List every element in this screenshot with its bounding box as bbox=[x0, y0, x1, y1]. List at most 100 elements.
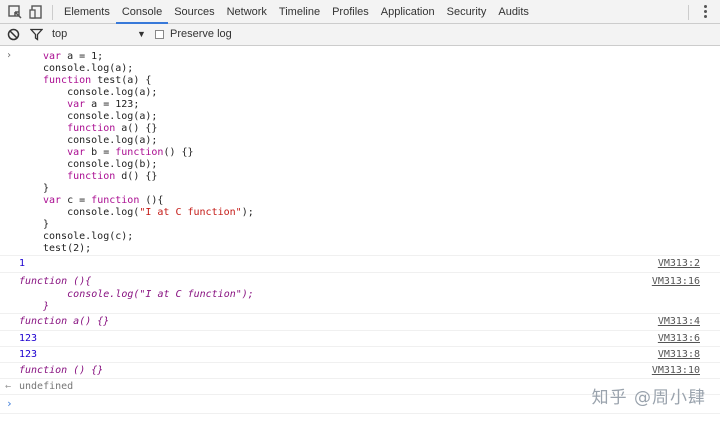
code-line: } bbox=[43, 219, 49, 231]
code-keyword: function bbox=[115, 147, 164, 158]
code-keyword: var bbox=[67, 99, 86, 110]
tab-timeline[interactable]: Timeline bbox=[273, 0, 326, 24]
code-keyword: function bbox=[91, 195, 140, 206]
code-line: test(2); bbox=[43, 243, 91, 255]
code-line: console.log("I at C function"); bbox=[43, 207, 254, 219]
input-prompt-icon: › bbox=[6, 50, 13, 61]
console-filter-bar: top ▼ Preserve log bbox=[0, 24, 720, 46]
code-keyword: function bbox=[67, 171, 116, 182]
log-value: console.log("I at C function"); bbox=[19, 289, 254, 300]
chevron-down-icon[interactable]: ▼ bbox=[137, 28, 146, 41]
log-row: 123 VM313:8 bbox=[0, 346, 720, 362]
tab-profiles[interactable]: Profiles bbox=[326, 0, 375, 24]
log-value: function (){ bbox=[19, 276, 92, 287]
code-token: ); bbox=[241, 207, 254, 218]
return-arrow-icon: ← bbox=[5, 381, 12, 392]
code-token: () {} bbox=[163, 147, 194, 158]
code-keyword: function bbox=[43, 75, 92, 86]
toolbar-divider bbox=[688, 5, 689, 20]
result-value: undefined bbox=[19, 381, 74, 392]
code-token: } bbox=[43, 183, 50, 194]
console-input-echo: › var a = 1; console.log(a); function test… bbox=[0, 46, 720, 255]
code-token: console.log(c); bbox=[43, 231, 134, 242]
preserve-log-label[interactable]: Preserve log bbox=[170, 28, 232, 41]
code-token: a = 1; bbox=[61, 51, 104, 62]
code-token: c = bbox=[61, 195, 92, 206]
log-value: function () {} bbox=[19, 365, 104, 376]
code-token: b = bbox=[85, 147, 116, 158]
log-value: function a() {} bbox=[19, 316, 110, 327]
filter-icon[interactable] bbox=[30, 28, 43, 41]
code-line: console.log(a); bbox=[43, 63, 133, 75]
log-row: 1 VM313:2 bbox=[0, 255, 720, 272]
source-link[interactable]: VM313:8 bbox=[658, 349, 700, 361]
tab-security[interactable]: Security bbox=[441, 0, 493, 24]
code-line: var a = 1; bbox=[43, 51, 103, 63]
devtools-toolbar: Elements Console Sources Network Timelin… bbox=[0, 0, 720, 24]
code-keyword: var bbox=[43, 195, 62, 206]
code-token: console.log(b); bbox=[43, 159, 158, 170]
source-link[interactable]: VM313:16 bbox=[652, 276, 700, 288]
code-line: var c = function (){ bbox=[43, 195, 163, 207]
code-line: console.log(a); bbox=[43, 111, 157, 123]
code-token: (){ bbox=[139, 195, 164, 206]
source-link[interactable]: VM313:4 bbox=[658, 316, 700, 328]
code-token: console.log(a); bbox=[43, 111, 158, 122]
code-line: var a = 123; bbox=[43, 99, 139, 111]
log-row: 123 VM313:6 bbox=[0, 330, 720, 346]
code-line: function test(a) { bbox=[43, 75, 151, 87]
code-token: test(a) { bbox=[91, 75, 152, 86]
code-line: var b = function() {} bbox=[43, 147, 194, 159]
watermark: 知乎 @周小肆 bbox=[591, 388, 706, 408]
code-keyword: var bbox=[43, 51, 62, 62]
code-token: } bbox=[43, 219, 50, 230]
code-line: } bbox=[43, 183, 49, 195]
code-token: a = 123; bbox=[85, 99, 140, 110]
code-token: test(2); bbox=[43, 243, 92, 254]
code-string: "I at C function" bbox=[139, 207, 242, 218]
code-token: console.log(a); bbox=[43, 63, 134, 74]
tab-application[interactable]: Application bbox=[375, 0, 441, 24]
code-token: console.log(a); bbox=[43, 87, 158, 98]
code-line: console.log(c); bbox=[43, 231, 133, 243]
log-row: function (){ console.log("I at C functio… bbox=[0, 272, 720, 313]
code-token: console.log( bbox=[43, 207, 140, 218]
code-line: console.log(b); bbox=[43, 159, 157, 171]
log-value: 1 bbox=[19, 258, 26, 269]
log-value: 123 bbox=[19, 333, 38, 344]
code-keyword: function bbox=[67, 123, 116, 134]
preserve-log-checkbox[interactable] bbox=[155, 30, 164, 39]
code-token: a() {} bbox=[115, 123, 158, 134]
log-value: } bbox=[19, 301, 50, 312]
inspect-element-icon[interactable] bbox=[7, 4, 23, 20]
context-selector[interactable]: top bbox=[52, 28, 67, 41]
code-line: console.log(a); bbox=[43, 87, 157, 99]
clear-console-icon[interactable] bbox=[7, 28, 20, 41]
code-token: d() {} bbox=[115, 171, 158, 182]
tab-audits[interactable]: Audits bbox=[492, 0, 535, 24]
code-line: function d() {} bbox=[43, 171, 157, 183]
more-menu-icon[interactable] bbox=[704, 5, 708, 19]
panel-tabs: Elements Console Sources Network Timelin… bbox=[58, 0, 535, 24]
code-line: console.log(a); bbox=[43, 135, 157, 147]
code-line: function a() {} bbox=[43, 123, 157, 135]
console-prompt-icon[interactable]: › bbox=[6, 397, 13, 410]
source-link[interactable]: VM313:6 bbox=[658, 333, 700, 345]
toolbar-divider bbox=[52, 5, 53, 20]
tab-network[interactable]: Network bbox=[221, 0, 273, 24]
log-value: 123 bbox=[19, 349, 38, 360]
log-row: function () {} VM313:10 bbox=[0, 362, 720, 378]
source-link[interactable]: VM313:10 bbox=[652, 365, 700, 377]
device-mode-icon[interactable] bbox=[29, 4, 45, 20]
log-row: function a() {} VM313:4 bbox=[0, 313, 720, 330]
source-link[interactable]: VM313:2 bbox=[658, 258, 700, 270]
code-keyword: var bbox=[67, 147, 86, 158]
tab-sources[interactable]: Sources bbox=[168, 0, 220, 24]
tab-console[interactable]: Console bbox=[115, 0, 169, 24]
code-token: console.log(a); bbox=[43, 135, 158, 146]
tab-elements[interactable]: Elements bbox=[58, 0, 116, 24]
